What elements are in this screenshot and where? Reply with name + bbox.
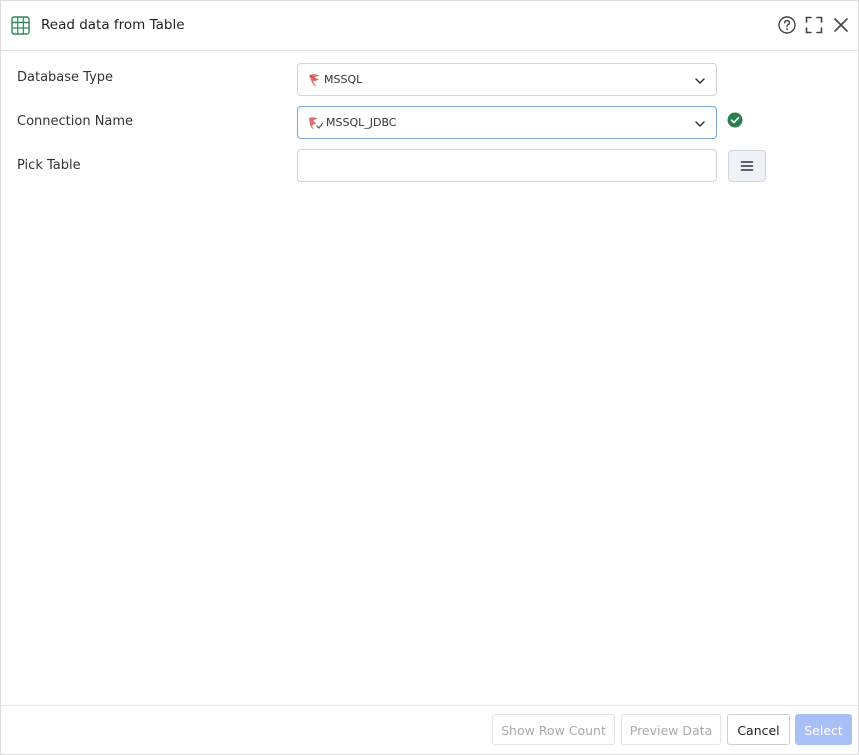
- chevron-down-icon: [693, 73, 707, 87]
- chevron-down-icon: [693, 116, 707, 130]
- pick-table-label: Pick Table: [17, 158, 81, 173]
- connection-name-select[interactable]: MSSQL_JDBC: [297, 106, 717, 139]
- connection-name-label: Connection Name: [17, 114, 134, 129]
- show-row-count-button[interactable]: Show Row Count: [492, 714, 615, 745]
- select-button[interactable]: Select: [795, 714, 852, 745]
- list-icon: [740, 161, 754, 171]
- mssql-icon: [307, 72, 323, 88]
- maximize-button[interactable]: [804, 15, 824, 35]
- database-type-value: MSSQL: [324, 73, 363, 86]
- help-button[interactable]: [777, 15, 797, 35]
- check-circle-icon: [727, 112, 743, 128]
- connection-name-value: MSSQL_JDBC: [326, 116, 397, 129]
- close-button[interactable]: [831, 15, 851, 35]
- preview-data-button[interactable]: Preview Data: [621, 714, 721, 745]
- close-icon: [834, 18, 848, 32]
- mssql-connection-icon: [307, 115, 324, 131]
- database-type-select[interactable]: MSSQL: [297, 63, 717, 96]
- maximize-icon: [805, 16, 823, 34]
- dialog-footer: Show Row Count Preview Data Cancel Selec…: [1, 705, 858, 755]
- help-icon: [778, 16, 796, 34]
- cancel-button[interactable]: Cancel: [727, 714, 790, 745]
- read-table-dialog: Read data from Table Database Type MSSQL…: [0, 0, 859, 755]
- table-icon: [11, 16, 30, 35]
- pick-table-input[interactable]: [297, 149, 717, 182]
- dialog-header: Read data from Table: [1, 1, 858, 51]
- browse-tables-button[interactable]: [728, 150, 766, 182]
- dialog-title: Read data from Table: [41, 17, 185, 33]
- database-type-label: Database Type: [17, 70, 114, 85]
